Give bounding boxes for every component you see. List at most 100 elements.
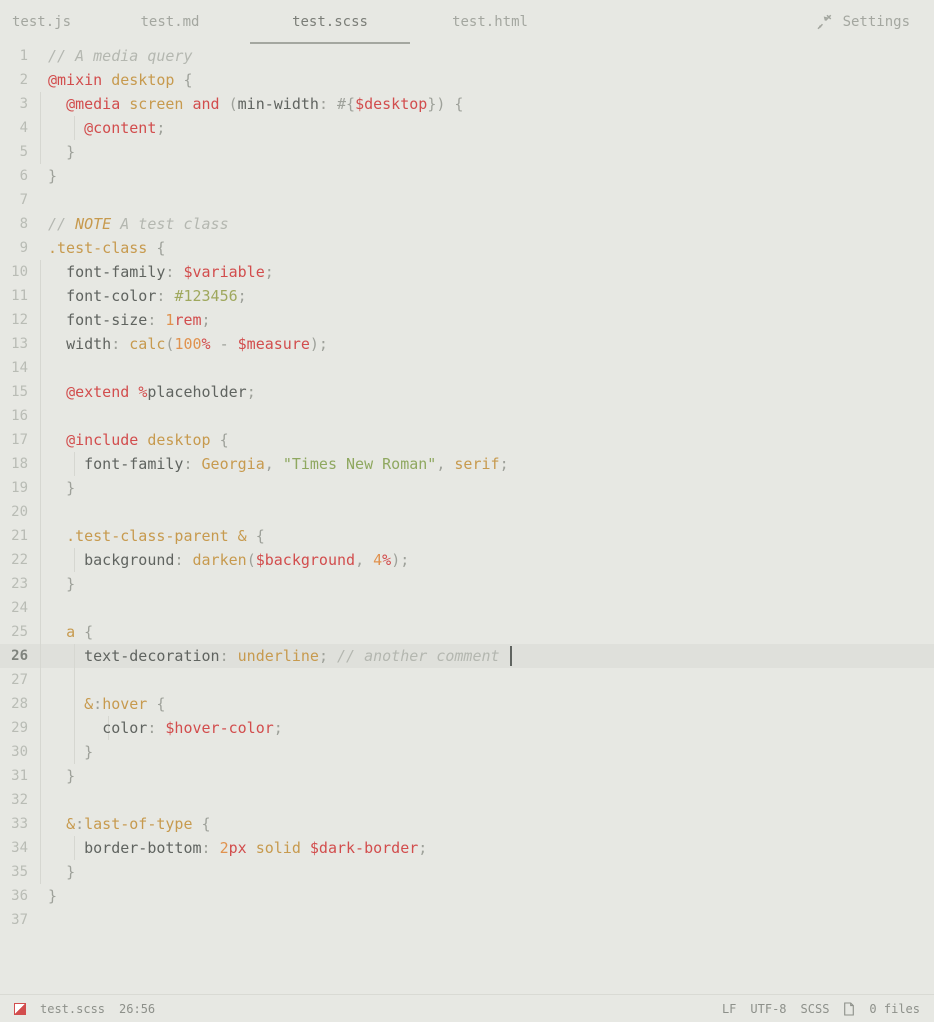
code-line[interactable]: 17 @include desktop { — [0, 428, 934, 452]
line-content: &:last-of-type { — [38, 812, 934, 836]
code-line[interactable]: 13 width: calc(100% - $measure); — [0, 332, 934, 356]
line-number: 24 — [0, 596, 38, 620]
line-content: } — [38, 572, 934, 596]
code-editor[interactable]: 1// A media query2@mixin desktop {3 @med… — [0, 44, 934, 994]
tab-test-scss[interactable]: test.scss — [250, 0, 410, 44]
settings-button[interactable]: Settings — [815, 0, 934, 44]
file-icon — [843, 1002, 855, 1016]
line-number: 3 — [0, 92, 38, 116]
line-content: @include desktop { — [38, 428, 934, 452]
status-bar: test.scss 26:56 LF UTF-8 SCSS 0 files — [0, 994, 934, 1022]
code-line[interactable]: 24 — [0, 596, 934, 620]
line-number: 6 — [0, 164, 38, 188]
code-line[interactable]: 3 @media screen and (min-width: #{$deskt… — [0, 92, 934, 116]
status-files[interactable]: 0 files — [869, 1002, 920, 1016]
settings-label: Settings — [843, 14, 910, 30]
line-content: @media screen and (min-width: #{$desktop… — [38, 92, 934, 116]
line-number: 30 — [0, 740, 38, 764]
code-line[interactable]: 14 — [0, 356, 934, 380]
code-line[interactable]: 34 border-bottom: 2px solid $dark-border… — [0, 836, 934, 860]
line-number: 11 — [0, 284, 38, 308]
line-content: // NOTE A test class — [38, 212, 934, 236]
line-number: 32 — [0, 788, 38, 812]
code-line[interactable]: 22 background: darken($background, 4%); — [0, 548, 934, 572]
line-number: 13 — [0, 332, 38, 356]
line-content — [38, 188, 934, 212]
code-line[interactable]: 29 color: $hover-color; — [0, 716, 934, 740]
line-number: 7 — [0, 188, 38, 212]
code-line[interactable]: 26 text-decoration: underline; // anothe… — [0, 644, 934, 668]
code-line[interactable]: 1// A media query — [0, 44, 934, 68]
line-content — [38, 500, 934, 524]
line-number: 19 — [0, 476, 38, 500]
line-content: color: $hover-color; — [38, 716, 934, 740]
settings-icon — [815, 13, 833, 31]
line-number: 4 — [0, 116, 38, 140]
code-line[interactable]: 18 font-family: Georgia, "Times New Roma… — [0, 452, 934, 476]
line-content: border-bottom: 2px solid $dark-border; — [38, 836, 934, 860]
tab-bar: test.js test.md test.scss test.html Sett… — [0, 0, 934, 44]
code-line[interactable]: 8// NOTE A test class — [0, 212, 934, 236]
line-content: width: calc(100% - $measure); — [38, 332, 934, 356]
code-line[interactable]: 33 &:last-of-type { — [0, 812, 934, 836]
code-line[interactable]: 27 — [0, 668, 934, 692]
code-line[interactable]: 11 font-color: #123456; — [0, 284, 934, 308]
tab-test-html[interactable]: test.html — [410, 0, 570, 44]
tab-label: test.md — [140, 14, 199, 30]
line-number: 29 — [0, 716, 38, 740]
line-number: 5 — [0, 140, 38, 164]
tab-test-md[interactable]: test.md — [90, 0, 250, 44]
code-line[interactable]: 35 } — [0, 860, 934, 884]
line-content: a { — [38, 620, 934, 644]
status-line-ending[interactable]: LF — [722, 1002, 736, 1016]
code-line[interactable]: 21 .test-class-parent & { — [0, 524, 934, 548]
line-content — [38, 908, 934, 932]
code-line[interactable]: 23 } — [0, 572, 934, 596]
line-content: font-size: 1rem; — [38, 308, 934, 332]
line-number: 9 — [0, 236, 38, 260]
line-content: font-color: #123456; — [38, 284, 934, 308]
line-content: } — [38, 476, 934, 500]
line-number: 33 — [0, 812, 38, 836]
tab-test-js[interactable]: test.js — [0, 0, 90, 44]
code-line[interactable]: 31 } — [0, 764, 934, 788]
line-content: background: darken($background, 4%); — [38, 548, 934, 572]
code-line[interactable]: 5 } — [0, 140, 934, 164]
status-language[interactable]: SCSS — [801, 1002, 830, 1016]
line-number: 22 — [0, 548, 38, 572]
line-number: 26 — [0, 644, 38, 668]
line-number: 23 — [0, 572, 38, 596]
line-content — [38, 788, 934, 812]
tab-label: test.js — [12, 14, 71, 30]
line-content — [38, 404, 934, 428]
line-number: 18 — [0, 452, 38, 476]
code-line[interactable]: 16 — [0, 404, 934, 428]
status-cursor-position[interactable]: 26:56 — [119, 1002, 155, 1016]
code-line[interactable]: 36} — [0, 884, 934, 908]
line-number: 20 — [0, 500, 38, 524]
line-content: } — [38, 884, 934, 908]
code-line[interactable]: 30 } — [0, 740, 934, 764]
code-line[interactable]: 10 font-family: $variable; — [0, 260, 934, 284]
line-number: 34 — [0, 836, 38, 860]
line-number: 27 — [0, 668, 38, 692]
code-line[interactable]: 28 &:hover { — [0, 692, 934, 716]
code-line[interactable]: 9.test-class { — [0, 236, 934, 260]
code-line[interactable]: 19 } — [0, 476, 934, 500]
code-line[interactable]: 15 @extend %placeholder; — [0, 380, 934, 404]
line-content: font-family: Georgia, "Times New Roman",… — [38, 452, 934, 476]
line-content: @content; — [38, 116, 934, 140]
code-line[interactable]: 20 — [0, 500, 934, 524]
status-encoding[interactable]: UTF-8 — [750, 1002, 786, 1016]
code-line[interactable]: 4 @content; — [0, 116, 934, 140]
code-line[interactable]: 37 — [0, 908, 934, 932]
code-line[interactable]: 7 — [0, 188, 934, 212]
line-number: 35 — [0, 860, 38, 884]
code-line[interactable]: 12 font-size: 1rem; — [0, 308, 934, 332]
status-filename[interactable]: test.scss — [40, 1002, 105, 1016]
code-line[interactable]: 32 — [0, 788, 934, 812]
line-number: 31 — [0, 764, 38, 788]
code-line[interactable]: 6} — [0, 164, 934, 188]
code-line[interactable]: 25 a { — [0, 620, 934, 644]
code-line[interactable]: 2@mixin desktop { — [0, 68, 934, 92]
